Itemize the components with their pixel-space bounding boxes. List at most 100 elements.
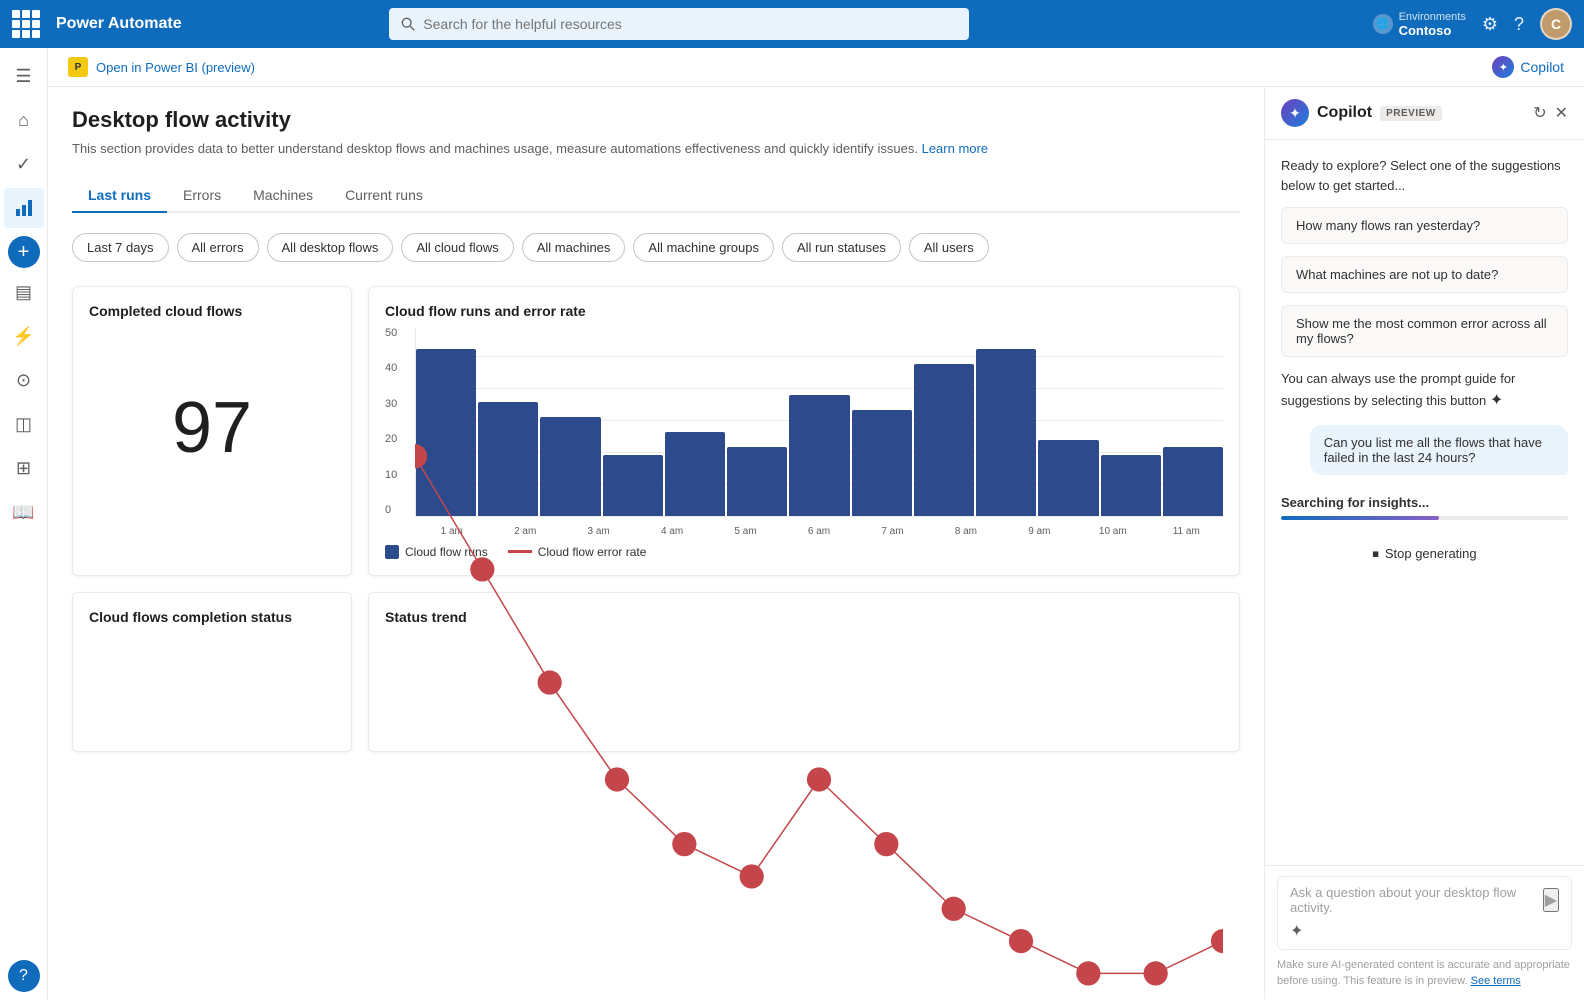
copilot-body: Ready to explore? Select one of the sugg… — [1265, 140, 1584, 865]
sidebar-item-connectors[interactable]: ⚡ — [4, 316, 44, 356]
copilot-input-placeholder: Ask a question about your desktop flow a… — [1290, 885, 1543, 915]
page-description: This section provides data to better und… — [72, 139, 1240, 159]
filter-run-statuses[interactable]: All run statuses — [782, 233, 901, 262]
user-avatar[interactable]: C — [1540, 8, 1572, 40]
filter-errors[interactable]: All errors — [177, 233, 259, 262]
chart-card: Cloud flow runs and error rate 50 40 30 — [368, 286, 1240, 576]
copilot-title: Copilot — [1317, 104, 1372, 122]
search-input[interactable] — [423, 16, 957, 32]
copilot-input-area: Ask a question about your desktop flow a… — [1277, 876, 1572, 950]
tab-last-runs[interactable]: Last runs — [72, 179, 167, 213]
copilot-prompt-guide: You can always use the prompt guide for … — [1281, 369, 1568, 413]
chart-bar-1 — [478, 402, 538, 515]
powerbi-link[interactable]: Open in Power BI (preview) — [96, 60, 255, 75]
error-rate-dot-1 — [470, 557, 494, 581]
nav-right-area: 🌐 Environments Contoso ⚙ ? C — [1373, 8, 1572, 40]
environment-info: Environments Contoso — [1399, 11, 1466, 38]
copilot-footer: Ask a question about your desktop flow a… — [1265, 865, 1584, 999]
filter-pills-row: Last 7 days All errors All desktop flows… — [72, 233, 1240, 262]
sidebar-item-monitor[interactable]: ◫ — [4, 404, 44, 444]
sidebar-item-templates[interactable]: ▤ — [4, 272, 44, 312]
sidebar-item-create[interactable]: + — [8, 236, 40, 268]
see-terms-link[interactable]: See terms — [1471, 975, 1521, 987]
copilot-input-row: Ask a question about your desktop flow a… — [1290, 885, 1559, 915]
sidebar-item-solutions[interactable]: ⊞ — [4, 448, 44, 488]
filter-cloud-flows[interactable]: All cloud flows — [401, 233, 513, 262]
copilot-prompt-icon[interactable]: ✦ — [1290, 921, 1303, 941]
completed-flows-value: 97 — [89, 327, 335, 469]
tabs-bar: Last runs Errors Machines Current runs — [72, 179, 1240, 213]
filter-machine-groups[interactable]: All machine groups — [633, 233, 774, 262]
copilot-refresh-button[interactable]: ↻ — [1533, 103, 1546, 123]
chart-x-label-6: 7 am — [856, 526, 929, 537]
chart-x-label-2: 3 am — [562, 526, 635, 537]
chart-title: Cloud flow runs and error rate — [385, 303, 1223, 319]
sidebar-item-learn[interactable]: 📖 — [4, 492, 44, 532]
progress-bar-fill — [1281, 516, 1439, 520]
legend-error: Cloud flow error rate — [508, 545, 647, 559]
chart-x-label-3: 4 am — [635, 526, 708, 537]
legend-line-error — [508, 550, 532, 553]
cards-row-2: Cloud flows completion status Status tre… — [72, 592, 1240, 752]
chart-bar-11 — [1101, 455, 1161, 515]
dashboard-area: Desktop flow activity This section provi… — [48, 87, 1264, 999]
copilot-toggle-button[interactable]: ✦ Copilot — [1492, 56, 1564, 78]
legend-runs: Cloud flow runs — [385, 545, 488, 559]
filter-users[interactable]: All users — [909, 233, 989, 262]
powerbi-bar: P Open in Power BI (preview) ✦ Copilot — [48, 48, 1584, 87]
app-logo: Power Automate — [56, 15, 182, 33]
copilot-preview-badge: PREVIEW — [1380, 106, 1442, 121]
filter-machines[interactable]: All machines — [522, 233, 626, 262]
sidebar-item-data[interactable]: ⊙ — [4, 360, 44, 400]
copilot-close-button[interactable]: ✕ — [1555, 103, 1568, 123]
copilot-icon: ✦ — [1281, 99, 1309, 127]
chart-legend: Cloud flow runs Cloud flow error rate — [385, 545, 1223, 559]
powerbi-icon: P — [68, 57, 88, 77]
copilot-send-button[interactable]: ▶ — [1543, 888, 1559, 912]
sidebar-item-home[interactable]: ⌂ — [4, 100, 44, 140]
error-rate-dot-12 — [1211, 928, 1223, 952]
error-rate-dot-10 — [1076, 961, 1100, 985]
error-rate-dot-7 — [874, 832, 898, 856]
stop-icon: ⏹ — [1372, 546, 1379, 562]
filter-desktop-flows[interactable]: All desktop flows — [267, 233, 394, 262]
waffle-menu[interactable] — [12, 10, 40, 38]
progress-bar — [1281, 516, 1568, 520]
completed-cloud-flows-card: Completed cloud flows 97 — [72, 286, 352, 576]
environment-selector[interactable]: 🌐 Environments Contoso — [1373, 11, 1466, 38]
cards-row-1: Completed cloud flows 97 Cloud flow runs… — [72, 286, 1240, 576]
chart-x-label-9: 10 am — [1076, 526, 1149, 537]
stop-generating-button[interactable]: ⏹ Stop generating — [1281, 540, 1568, 568]
settings-button[interactable]: ⚙ — [1482, 14, 1498, 35]
copilot-header-icon-small: ✦ — [1492, 56, 1514, 78]
tab-current-runs[interactable]: Current runs — [329, 179, 439, 213]
sidebar-help-circle[interactable]: ? — [8, 960, 40, 992]
error-rate-dot-11 — [1144, 961, 1168, 985]
legend-label-error: Cloud flow error rate — [538, 545, 647, 559]
sidebar-item-analytics[interactable] — [4, 188, 44, 228]
main-content: P Open in Power BI (preview) ✦ Copilot D… — [48, 48, 1584, 1000]
sidebar-item-approvals[interactable]: ✓ — [4, 144, 44, 184]
copilot-header-actions: ↻ ✕ — [1533, 103, 1568, 123]
filter-time[interactable]: Last 7 days — [72, 233, 169, 262]
error-rate-dot-6 — [807, 767, 831, 791]
chart-bar-5 — [727, 447, 787, 515]
chart-x-label-7: 8 am — [929, 526, 1002, 537]
copilot-suggestion-2[interactable]: Show me the most common error across all… — [1281, 305, 1568, 357]
search-bar[interactable] — [389, 8, 969, 40]
copilot-suggestion-1[interactable]: What machines are not up to date? — [1281, 256, 1568, 293]
chart-bar-7 — [852, 410, 912, 516]
sidebar-item-menu[interactable]: ☰ — [4, 56, 44, 96]
help-button[interactable]: ? — [1514, 14, 1524, 35]
copilot-header: ✦ Copilot PREVIEW ↻ ✕ — [1265, 87, 1584, 140]
prompt-guide-icon[interactable]: ✦ — [1490, 392, 1503, 409]
chart-y-labels: 50 40 30 20 10 0 — [385, 327, 413, 517]
sidebar-bottom: ? — [8, 960, 40, 992]
learn-more-link[interactable]: Learn more — [922, 141, 988, 156]
tab-machines[interactable]: Machines — [237, 179, 329, 213]
top-navigation: Power Automate 🌐 Environments Contoso ⚙ … — [0, 0, 1584, 48]
copilot-suggestion-0[interactable]: How many flows ran yesterday? — [1281, 207, 1568, 244]
analytics-icon — [15, 199, 33, 217]
chart-bar-0 — [416, 349, 476, 515]
tab-errors[interactable]: Errors — [167, 179, 237, 213]
